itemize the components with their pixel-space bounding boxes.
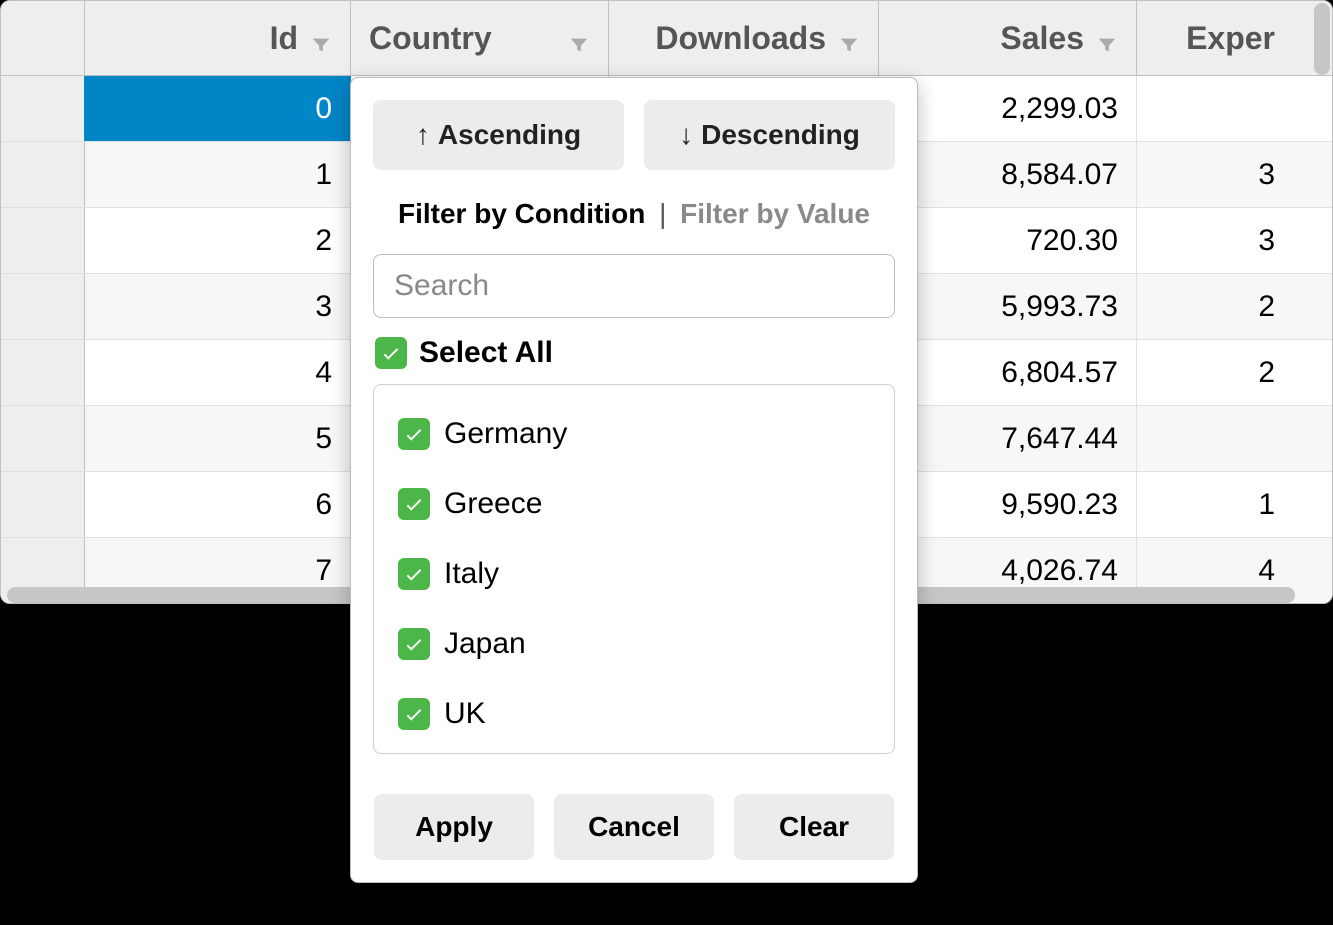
filter-value-item[interactable]: Greece [398, 469, 870, 539]
row-header-cell[interactable] [1, 340, 85, 405]
cell-id[interactable]: 3 [85, 274, 351, 339]
checkbox-checked-icon[interactable] [398, 628, 430, 660]
checkbox-checked-icon[interactable] [398, 418, 430, 450]
arrow-up-icon: ↑ [416, 119, 430, 151]
sort-descending-button[interactable]: ↓ Descending [644, 100, 895, 170]
cell-id[interactable]: 2 [85, 208, 351, 273]
cell-expenses[interactable]: 3 [1137, 142, 1319, 207]
row-header-cell[interactable] [1, 142, 85, 207]
row-header-corner [1, 1, 85, 75]
filter-footer-buttons: Apply Cancel Clear [373, 794, 895, 860]
tab-filter-by-value[interactable]: Filter by Value [680, 198, 870, 229]
row-header-cell[interactable] [1, 76, 85, 141]
column-label: Sales [1000, 20, 1084, 57]
column-header-id[interactable]: Id [85, 1, 351, 75]
filter-search-input[interactable] [373, 254, 895, 318]
column-label: Downloads [655, 20, 826, 57]
cell-id[interactable]: 5 [85, 406, 351, 471]
filter-icon[interactable] [1096, 27, 1118, 49]
tab-separator: | [659, 198, 666, 229]
cell-expenses[interactable]: 3 [1137, 208, 1319, 273]
filter-value-item[interactable]: Germany [398, 399, 870, 469]
filter-value-item[interactable]: Italy [398, 539, 870, 609]
filter-icon[interactable] [838, 27, 860, 49]
filter-value-label: Italy [444, 557, 499, 591]
cell-id[interactable]: 1 [85, 142, 351, 207]
select-all-row[interactable]: Select All [373, 336, 895, 370]
filter-value-item[interactable]: Japan [398, 609, 870, 679]
row-header-cell[interactable] [1, 208, 85, 273]
filter-value-item[interactable]: UK [398, 679, 870, 749]
sort-asc-label: Ascending [438, 119, 581, 151]
column-label: Id [270, 20, 298, 57]
filter-value-label: Germany [444, 417, 567, 451]
column-header-sales[interactable]: Sales [879, 1, 1137, 75]
grid-header-row: Id Country Downloads Sales Exper [1, 1, 1332, 76]
cell-expenses[interactable]: 2 [1137, 340, 1319, 405]
row-header-cell[interactable] [1, 406, 85, 471]
cancel-button[interactable]: Cancel [554, 794, 714, 860]
cell-id[interactable]: 6 [85, 472, 351, 537]
column-filter-panel: ↑ Ascending ↓ Descending Filter by Condi… [350, 77, 918, 883]
sort-desc-label: Descending [701, 119, 860, 151]
checkbox-checked-icon[interactable] [398, 558, 430, 590]
vertical-scrollbar[interactable] [1314, 3, 1330, 75]
column-header-downloads[interactable]: Downloads [609, 1, 879, 75]
arrow-down-icon: ↓ [679, 119, 693, 151]
filter-value-label: Greece [444, 487, 542, 521]
cell-expenses[interactable]: 2 [1137, 274, 1319, 339]
apply-button[interactable]: Apply [374, 794, 534, 860]
filter-icon[interactable] [568, 27, 590, 49]
filter-icon[interactable] [310, 27, 332, 49]
column-label: Country [369, 20, 492, 57]
clear-button[interactable]: Clear [734, 794, 894, 860]
column-header-country[interactable]: Country [351, 1, 609, 75]
checkbox-checked-icon[interactable] [398, 488, 430, 520]
filter-value-label: Japan [444, 627, 526, 661]
cell-expenses[interactable] [1137, 76, 1319, 141]
tab-filter-by-condition[interactable]: Filter by Condition [398, 198, 645, 229]
cell-id[interactable]: 0 [85, 76, 351, 141]
column-header-expenses[interactable]: Exper [1137, 1, 1319, 75]
row-header-cell[interactable] [1, 274, 85, 339]
filter-value-label: UK [444, 697, 486, 731]
sort-buttons: ↑ Ascending ↓ Descending [373, 100, 895, 170]
cell-expenses[interactable]: 1 [1137, 472, 1319, 537]
sort-ascending-button[interactable]: ↑ Ascending [373, 100, 624, 170]
cell-id[interactable]: 4 [85, 340, 351, 405]
cell-expenses[interactable] [1137, 406, 1319, 471]
filter-value-list[interactable]: Germany Greece Italy Japan UK [373, 384, 895, 754]
filter-mode-tabs: Filter by Condition | Filter by Value [373, 198, 895, 230]
row-header-cell[interactable] [1, 472, 85, 537]
checkbox-checked-icon[interactable] [375, 337, 407, 369]
select-all-label: Select All [419, 336, 553, 370]
checkbox-checked-icon[interactable] [398, 698, 430, 730]
column-label: Exper [1186, 20, 1275, 57]
